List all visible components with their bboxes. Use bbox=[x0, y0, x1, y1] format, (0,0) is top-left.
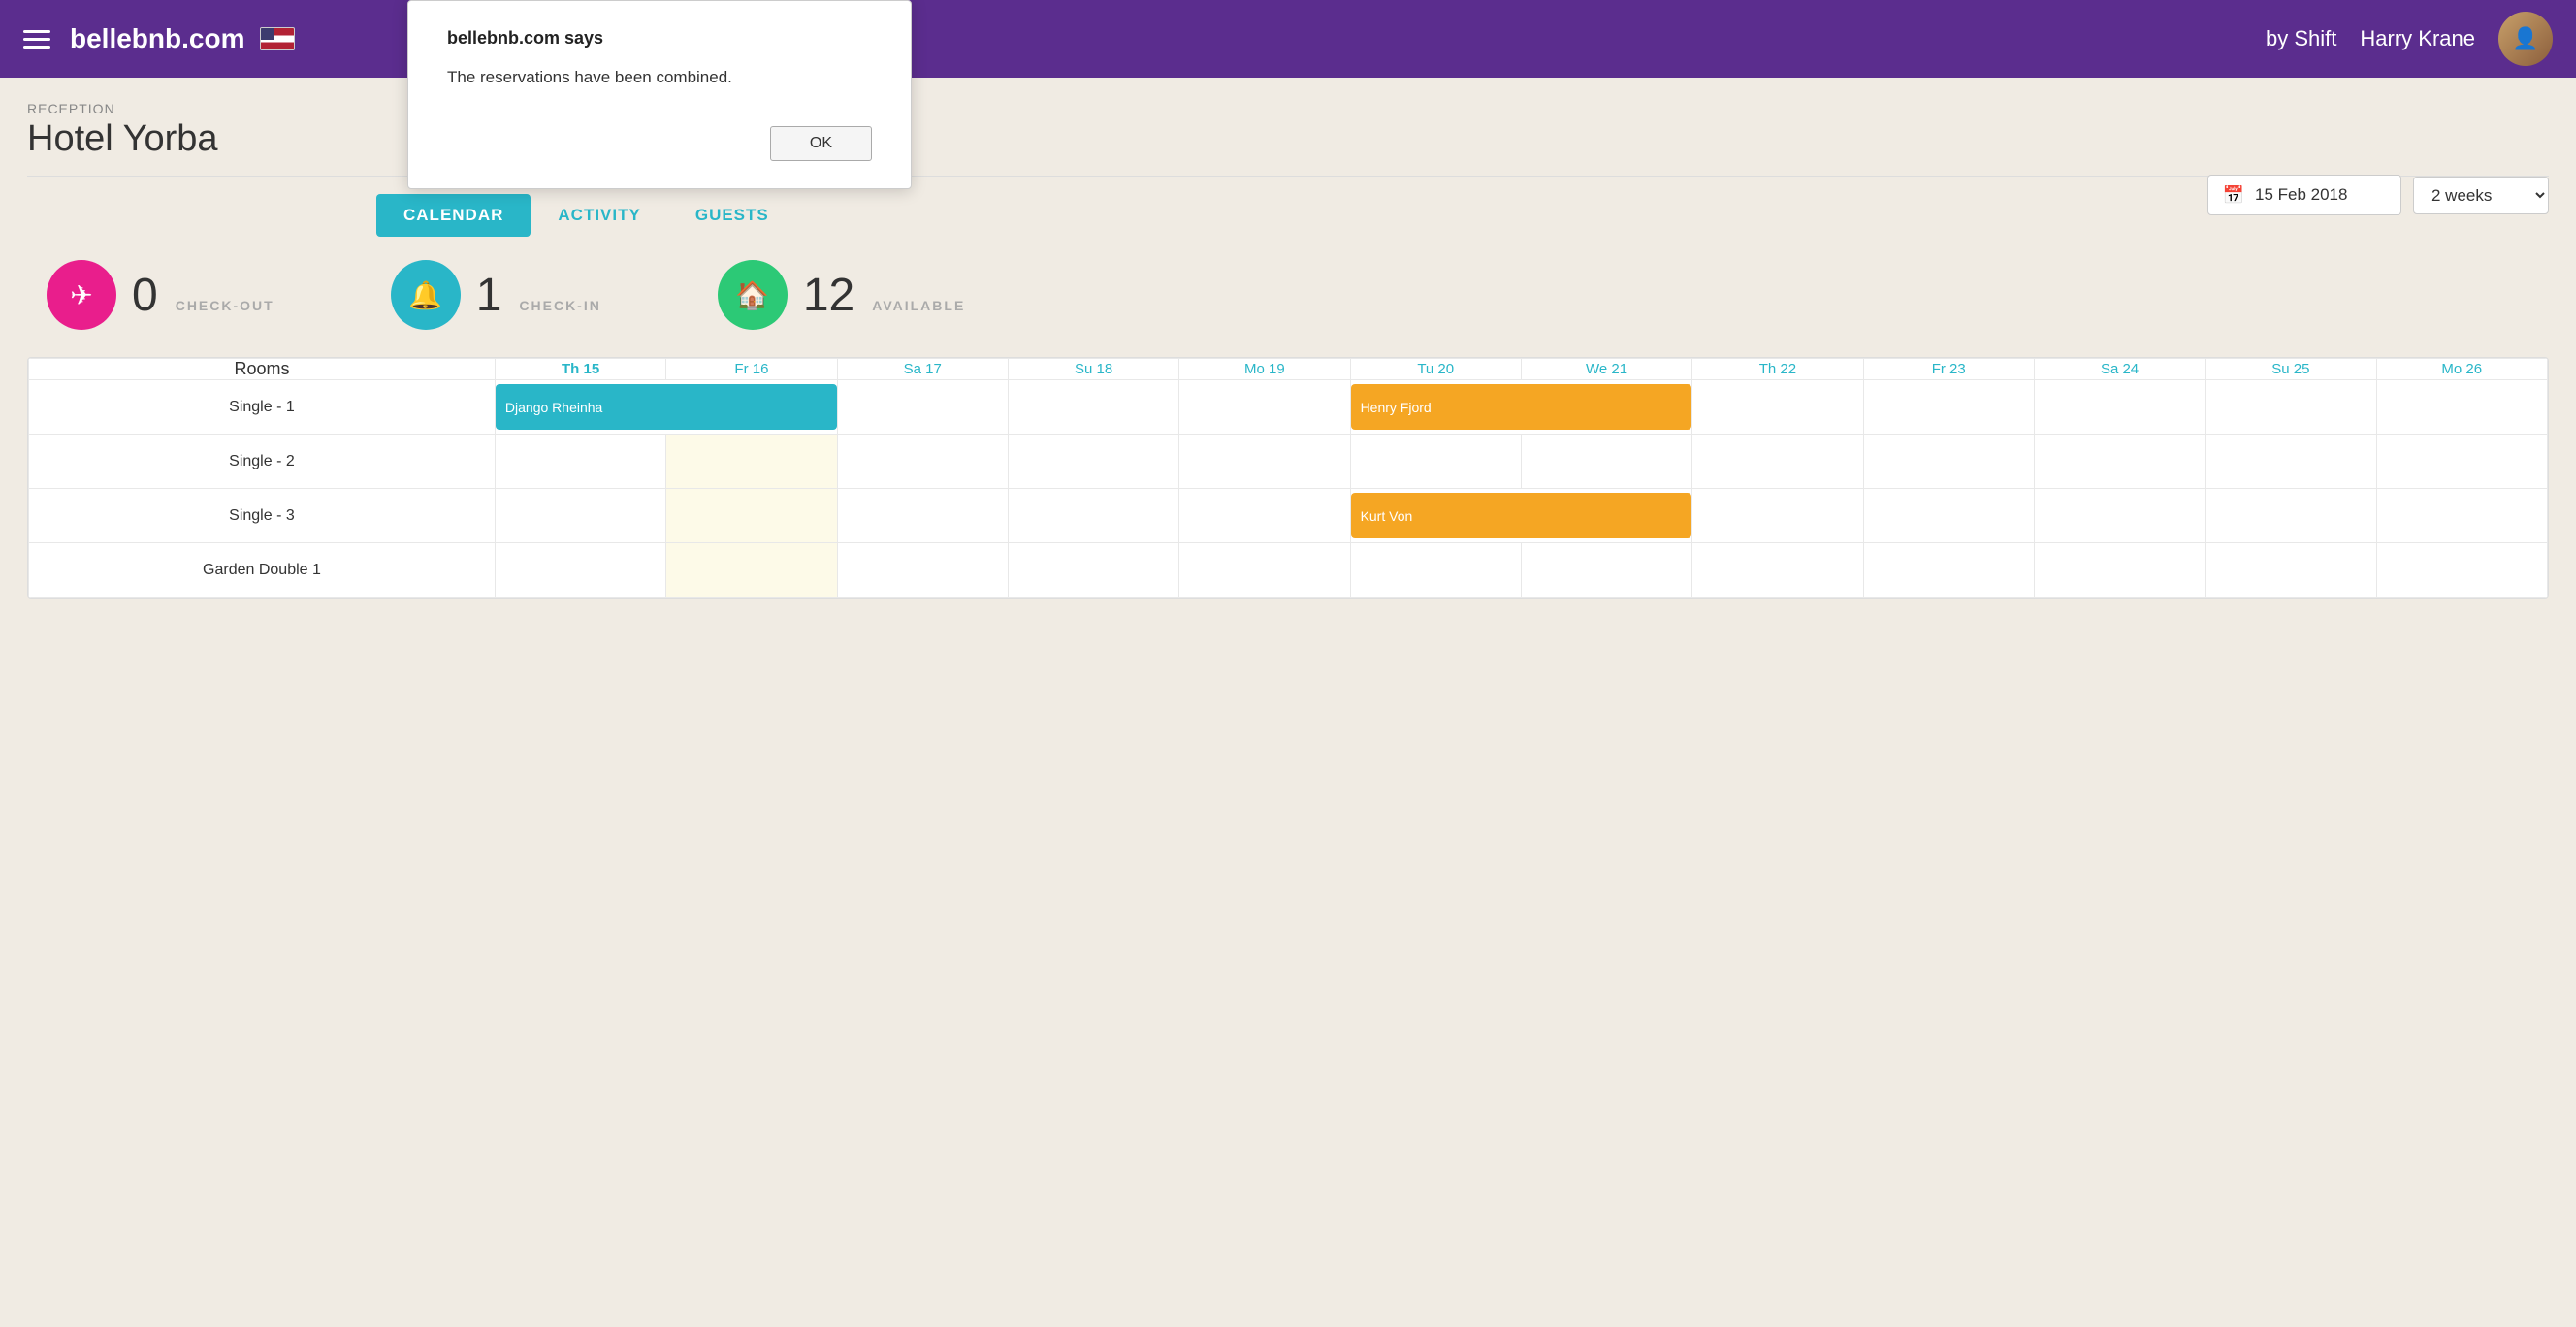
dialog-overlay: bellebnb.com says The reservations have … bbox=[0, 0, 2576, 1327]
dialog-box: bellebnb.com says The reservations have … bbox=[407, 0, 912, 189]
dialog-title: bellebnb.com says bbox=[447, 28, 872, 49]
dialog-actions: OK bbox=[447, 126, 872, 161]
dialog-message: The reservations have been combined. bbox=[447, 68, 872, 87]
dialog-ok-button[interactable]: OK bbox=[770, 126, 872, 161]
